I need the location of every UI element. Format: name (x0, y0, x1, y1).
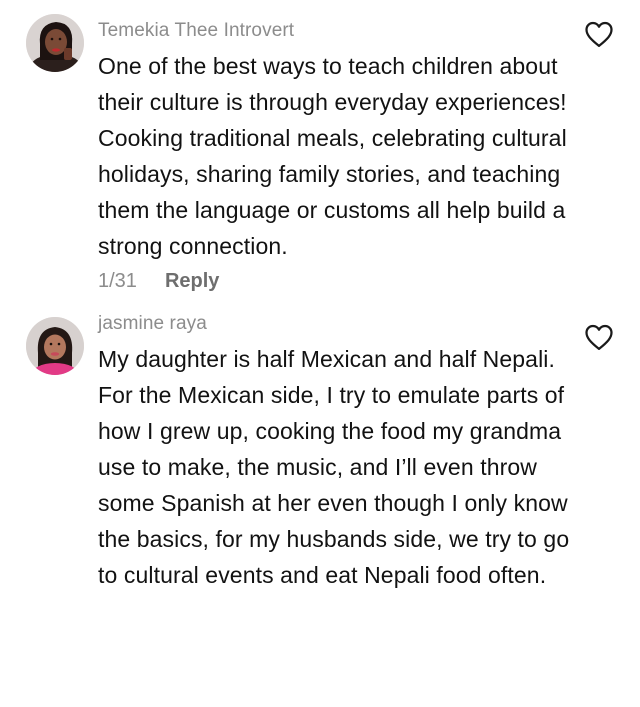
comment-text: My daughter is half Mexican and half Nep… (98, 346, 570, 588)
comment-meta: 1/31 Reply (98, 270, 570, 293)
comment-item: Temekia Thee Introvert One of the best w… (0, 0, 640, 293)
comment-username[interactable]: jasmine raya (98, 313, 570, 335)
comment-item: jasmine raya My daughter is half Mexican… (0, 293, 640, 593)
heart-icon[interactable] (584, 20, 614, 48)
user-avatar[interactable] (26, 14, 84, 72)
user-avatar[interactable] (26, 317, 84, 375)
comment-text: One of the best ways to teach children a… (98, 53, 567, 259)
comment-date: 1/31 (98, 270, 137, 292)
heart-icon[interactable] (584, 323, 614, 351)
comment-username[interactable]: Temekia Thee Introvert (98, 20, 570, 42)
reply-button[interactable]: Reply (165, 270, 219, 293)
avatar-portrait-icon (26, 14, 84, 72)
avatar-portrait-icon (26, 317, 84, 375)
